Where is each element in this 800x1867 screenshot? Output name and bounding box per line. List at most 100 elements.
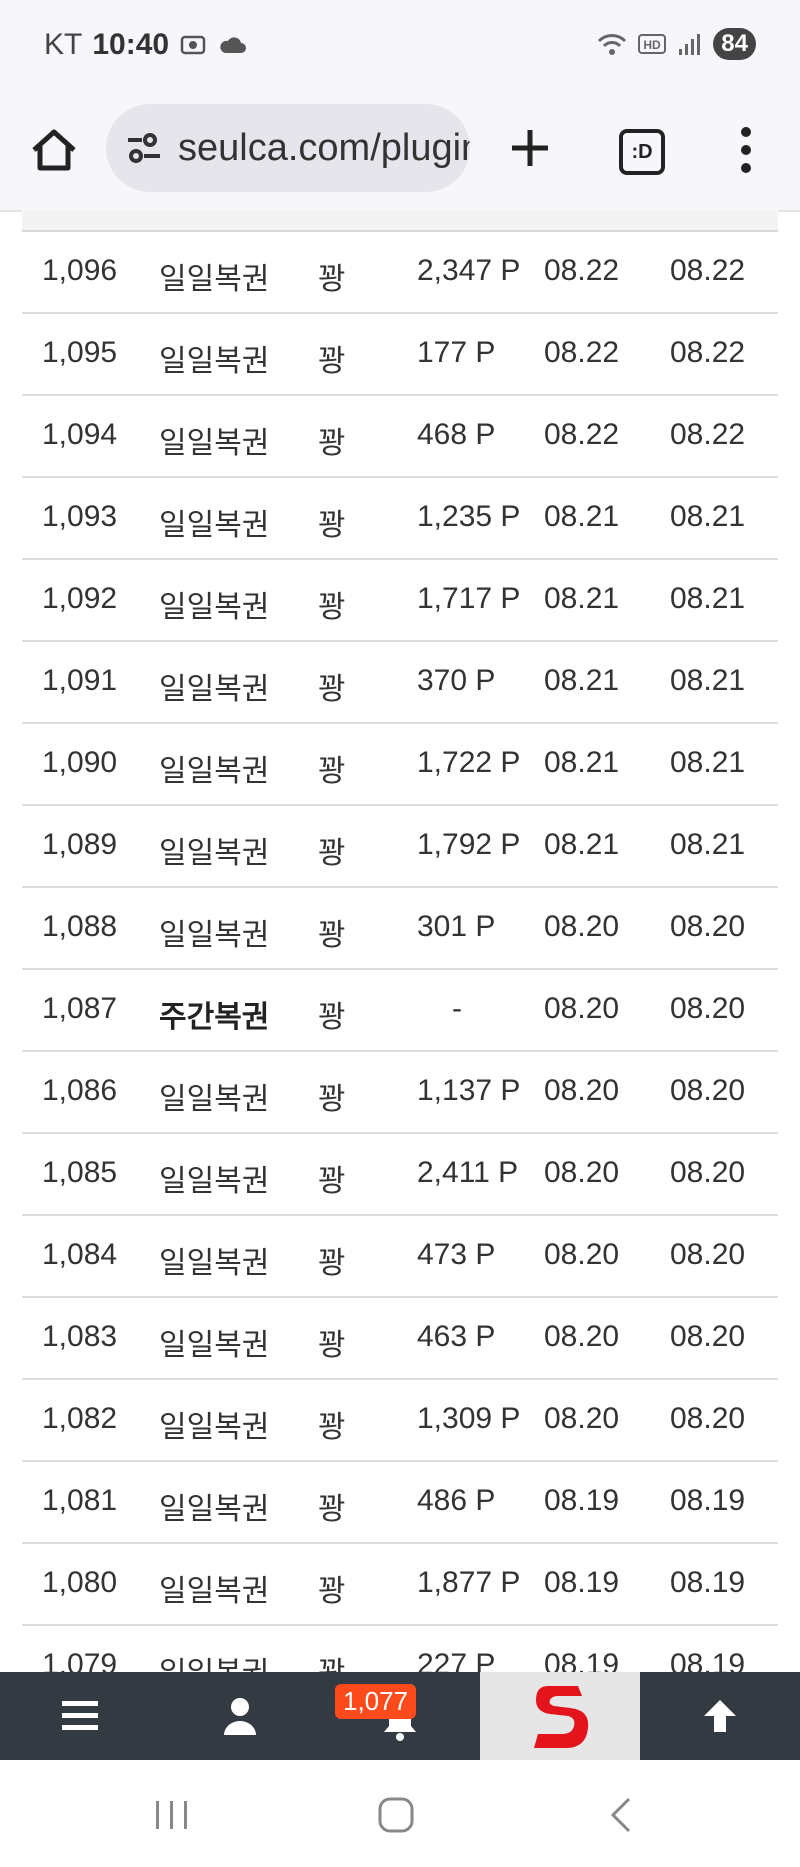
points: 177 P <box>417 336 496 369</box>
draw-date: 08.20 <box>544 1320 620 1353</box>
points: 1,792 P <box>417 828 521 861</box>
result: 꽝 <box>318 1165 346 1198</box>
check-date: 08.20 <box>670 910 746 943</box>
clock: 10:40 <box>92 28 170 61</box>
lottery-type: 일일복권 <box>159 673 270 706</box>
table-row: 1,080 일일복권 꽝 1,877 P 08.19 08.19 <box>22 1544 778 1626</box>
url-text: seulca.com/plugin <box>178 126 470 169</box>
result: 꽝 <box>318 591 346 624</box>
check-date: 08.20 <box>670 1402 746 1435</box>
lottery-type: 일일복권 <box>159 1575 270 1608</box>
result: 꽝 <box>318 1083 346 1116</box>
wifi-icon <box>598 34 627 55</box>
recent-apps-button[interactable] <box>142 1790 202 1840</box>
points: 468 P <box>417 418 496 451</box>
draw-date: 08.21 <box>544 500 620 533</box>
check-date: 08.19 <box>670 1484 746 1517</box>
table-row: 1,094 일일복권 꽝 468 P 08.22 08.22 <box>22 396 778 478</box>
draw-date: 08.20 <box>544 1238 620 1271</box>
check-date: 08.20 <box>670 1320 746 1353</box>
lottery-type: 일일복권 <box>159 509 270 542</box>
draw-date: 08.20 <box>544 992 620 1025</box>
result: 꽝 <box>318 1329 346 1362</box>
status-bar: KT 10:40 HD 84 <box>0 0 800 92</box>
points: 1,877 P <box>417 1566 521 1599</box>
draw-date: 08.20 <box>544 910 620 943</box>
hd-icon: HD <box>638 34 667 54</box>
back-button[interactable] <box>590 1790 650 1840</box>
result: 꽝 <box>318 1648 346 1672</box>
address-bar[interactable]: seulca.com/plugin <box>106 104 470 192</box>
signal-icon <box>679 34 701 55</box>
table-row: 1,088 일일복권 꽝 301 P 08.20 08.20 <box>22 888 778 970</box>
more-options-icon[interactable] <box>730 122 762 178</box>
battery-indicator: 84 <box>713 28 756 60</box>
system-navigation <box>0 1760 800 1867</box>
profile-button[interactable] <box>160 1672 320 1760</box>
draw-date: 08.20 <box>544 1156 620 1189</box>
points: 486 P <box>417 1484 496 1517</box>
row-number: 1,093 <box>42 500 118 533</box>
carrier-label: KT <box>44 28 83 61</box>
lottery-type: 일일복권 <box>159 1247 270 1280</box>
points: 1,137 P <box>417 1074 521 1107</box>
lottery-type: 일일복권 <box>159 1493 270 1526</box>
check-date: 08.20 <box>670 992 746 1025</box>
points: 463 P <box>417 1320 496 1353</box>
draw-date: 08.22 <box>544 418 620 451</box>
table-row: 1,095 일일복권 꽝 177 P 08.22 08.22 <box>22 314 778 396</box>
table-row: 1,093 일일복권 꽝 1,235 P 08.21 08.21 <box>22 478 778 560</box>
browser-toolbar: seulca.com/plugin :D <box>0 92 800 212</box>
lottery-type: 일일복권 <box>159 591 270 624</box>
check-date: 08.20 <box>670 1074 746 1107</box>
check-date: 08.22 <box>670 254 746 287</box>
row-number: 1,083 <box>42 1320 118 1353</box>
lottery-type: 일일복권 <box>159 919 270 952</box>
table-header <box>22 210 778 232</box>
table-row: 1,092 일일복권 꽝 1,717 P 08.21 08.21 <box>22 560 778 642</box>
lottery-type: 일일복권 <box>159 345 270 378</box>
points: 1,309 P <box>417 1402 521 1435</box>
table-row: 1,081 일일복권 꽝 486 P 08.19 08.19 <box>22 1462 778 1544</box>
home-system-button[interactable] <box>366 1790 426 1840</box>
row-number: 1,095 <box>42 336 118 369</box>
result: 꽝 <box>318 509 346 542</box>
row-number: 1,087 <box>42 992 118 1025</box>
arrow-up-icon <box>704 1700 736 1732</box>
draw-date: 08.20 <box>544 1074 620 1107</box>
check-date: 08.21 <box>670 664 746 697</box>
draw-date: 08.22 <box>544 254 620 287</box>
svg-text:HD: HD <box>644 38 662 52</box>
status-right: HD 84 <box>597 28 756 60</box>
table-row: 1,089 일일복권 꽝 1,792 P 08.21 08.21 <box>22 806 778 888</box>
draw-date: 08.21 <box>544 828 620 861</box>
back-icon <box>610 1797 631 1833</box>
menu-button[interactable] <box>0 1672 160 1760</box>
new-tab-icon[interactable] <box>502 120 558 176</box>
table-row: 1,082 일일복권 꽝 1,309 P 08.20 08.20 <box>22 1380 778 1462</box>
home-icon[interactable] <box>26 122 82 178</box>
home-circle-icon <box>378 1797 414 1833</box>
table-row: 1,087 주간복권 꽝 - 08.20 08.20 <box>22 970 778 1052</box>
status-left: KT 10:40 <box>44 28 247 62</box>
points: 473 P <box>417 1238 496 1271</box>
row-number: 1,096 <box>42 254 118 287</box>
check-date: 08.19 <box>670 1566 746 1599</box>
result: 꽝 <box>318 1247 346 1280</box>
lottery-type: 일일복권 <box>159 1165 270 1198</box>
check-date: 08.20 <box>670 1238 746 1271</box>
row-number: 1,080 <box>42 1566 118 1599</box>
site-settings-icon[interactable] <box>124 128 164 168</box>
result: 꽝 <box>318 1001 346 1034</box>
lottery-type: 일일복권 <box>159 427 270 460</box>
scroll-top-button[interactable] <box>640 1672 800 1760</box>
row-number: 1,090 <box>42 746 118 779</box>
check-date: 08.21 <box>670 500 746 533</box>
table-row: 1,090 일일복권 꽝 1,722 P 08.21 08.21 <box>22 724 778 806</box>
cloud-icon <box>220 37 247 53</box>
tab-switcher-button[interactable]: :D <box>619 129 665 175</box>
points: 2,347 P <box>417 254 521 287</box>
result: 꽝 <box>318 1411 346 1444</box>
site-logo-button[interactable] <box>480 1672 640 1760</box>
recent-apps-icon <box>156 1801 187 1829</box>
